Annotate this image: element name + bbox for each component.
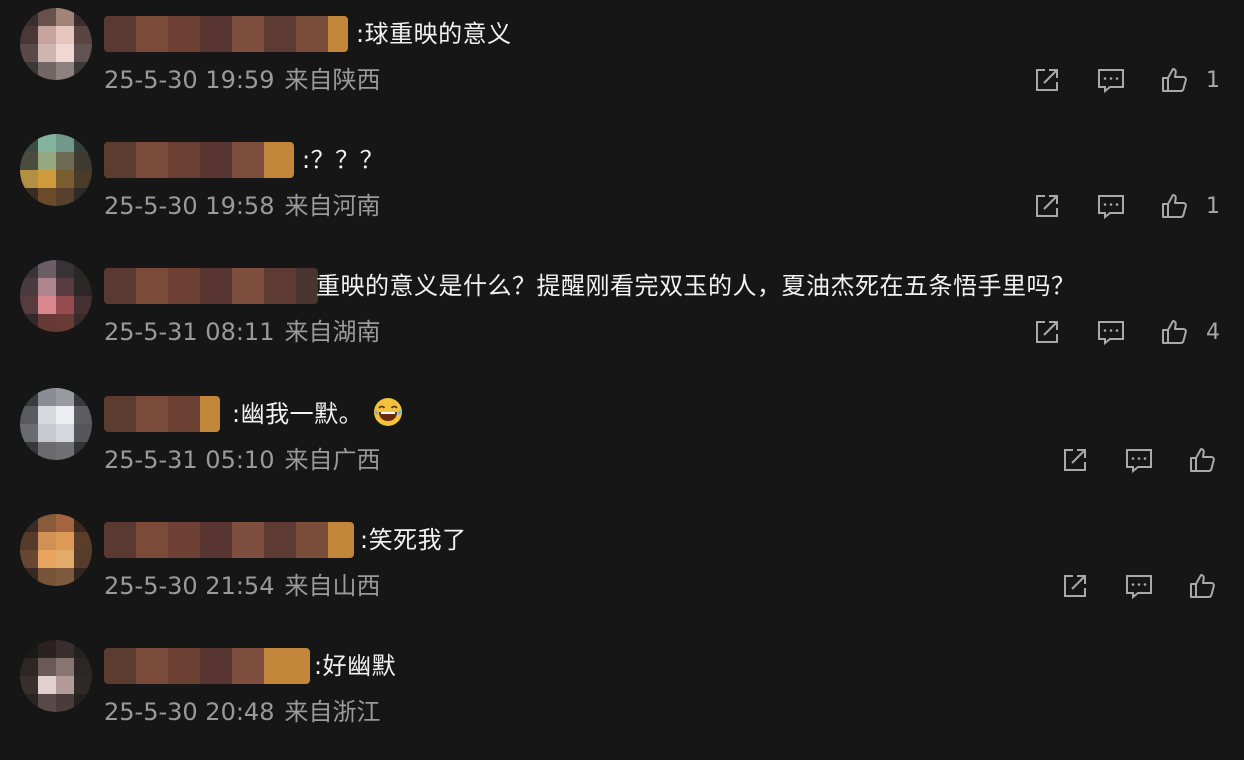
comment-location: 来自陕西 — [284, 66, 381, 94]
username[interactable] — [104, 522, 354, 558]
comment-text-content: :幽我一默。 — [232, 400, 364, 428]
comment-item: 重映的意义是什么？提醒刚看完双玉的人，夏油杰死在五条悟手里吗？ 25-5-31 … — [0, 252, 1244, 378]
comment-icon[interactable] — [1096, 191, 1126, 221]
thumbs-up-icon[interactable] — [1188, 571, 1218, 601]
avatar[interactable] — [20, 134, 92, 206]
comment-meta: 25-5-30 19:59 来自陕西 — [104, 60, 380, 100]
comment-meta: 25-5-31 05:10 来自广西 — [104, 440, 380, 480]
like-count: 1 — [1206, 67, 1220, 93]
avatar[interactable] — [20, 640, 92, 712]
comment-meta: 25-5-30 20:48 来自浙江 — [104, 692, 380, 732]
share-icon[interactable] — [1060, 445, 1090, 475]
share-icon[interactable] — [1032, 65, 1062, 95]
like-count: 4 — [1206, 319, 1220, 345]
comment-actions: 1 — [1032, 186, 1220, 226]
share-icon[interactable] — [1032, 317, 1062, 347]
username[interactable] — [104, 16, 348, 52]
username[interactable] — [104, 396, 220, 432]
laughing-face-icon — [374, 398, 403, 426]
username[interactable] — [104, 142, 294, 178]
share-icon[interactable] — [1060, 571, 1090, 601]
username[interactable] — [104, 268, 318, 304]
avatar[interactable] — [20, 388, 92, 460]
comment-icon[interactable] — [1124, 445, 1154, 475]
comment-icon[interactable] — [1124, 571, 1154, 601]
comment-time: 25-5-30 19:58 — [104, 192, 275, 220]
comment-meta: 25-5-30 21:54 来自山西 — [104, 566, 380, 606]
comment-location: 来自广西 — [284, 446, 381, 474]
comment-text: :幽我一默。 — [232, 394, 403, 434]
avatar[interactable] — [20, 514, 92, 586]
comment-time: 25-5-30 19:59 — [104, 66, 275, 94]
comment-actions: 4 — [1032, 312, 1220, 352]
comment-icon[interactable] — [1096, 317, 1126, 347]
thumbs-up-icon[interactable] — [1160, 191, 1190, 221]
username[interactable] — [104, 648, 310, 684]
comment-text: :球重映的意义 — [356, 20, 512, 48]
comment-item: :？？？ 25-5-30 19:58 来自河南 1 — [0, 126, 1244, 252]
comment-item: :好幽默 25-5-30 20:48 来自浙江 — [0, 632, 1244, 758]
comment-time: 25-5-30 21:54 — [104, 572, 275, 600]
comment-item: :笑死我了 25-5-30 21:54 来自山西 — [0, 506, 1244, 632]
thumbs-up-icon[interactable] — [1160, 65, 1190, 95]
comment-time: 25-5-31 08:11 — [104, 318, 275, 346]
comment-text: :笑死我了 — [360, 526, 467, 554]
comment-location: 来自湖南 — [284, 318, 381, 346]
comment-item: :幽我一默。 25-5-31 05:10 来自广西 — [0, 380, 1244, 506]
comment-time: 25-5-30 20:48 — [104, 698, 275, 726]
comment-text: 重映的意义是什么？提醒刚看完双玉的人，夏油杰死在五条悟手里吗？ — [316, 272, 1076, 300]
comment-icon[interactable] — [1096, 65, 1126, 95]
comment-location: 来自浙江 — [284, 698, 381, 726]
comment-actions: 1 — [1032, 60, 1220, 100]
like-count: 1 — [1206, 193, 1220, 219]
thumbs-up-icon[interactable] — [1188, 445, 1218, 475]
avatar[interactable] — [20, 8, 92, 80]
comment-text: :？？？ — [302, 146, 385, 174]
comment-meta: 25-5-31 08:11 来自湖南 — [104, 312, 380, 352]
comment-item: :球重映的意义 25-5-30 19:59 来自陕西 1 — [0, 0, 1244, 126]
thumbs-up-icon[interactable] — [1160, 317, 1190, 347]
comment-text: :好幽默 — [314, 652, 397, 680]
comment-location: 来自河南 — [284, 192, 381, 220]
comment-meta: 25-5-30 19:58 来自河南 — [104, 186, 380, 226]
comment-actions — [1060, 440, 1218, 480]
comment-actions — [1060, 566, 1218, 606]
comment-location: 来自山西 — [284, 572, 381, 600]
share-icon[interactable] — [1032, 191, 1062, 221]
comment-time: 25-5-31 05:10 — [104, 446, 275, 474]
avatar[interactable] — [20, 260, 92, 332]
